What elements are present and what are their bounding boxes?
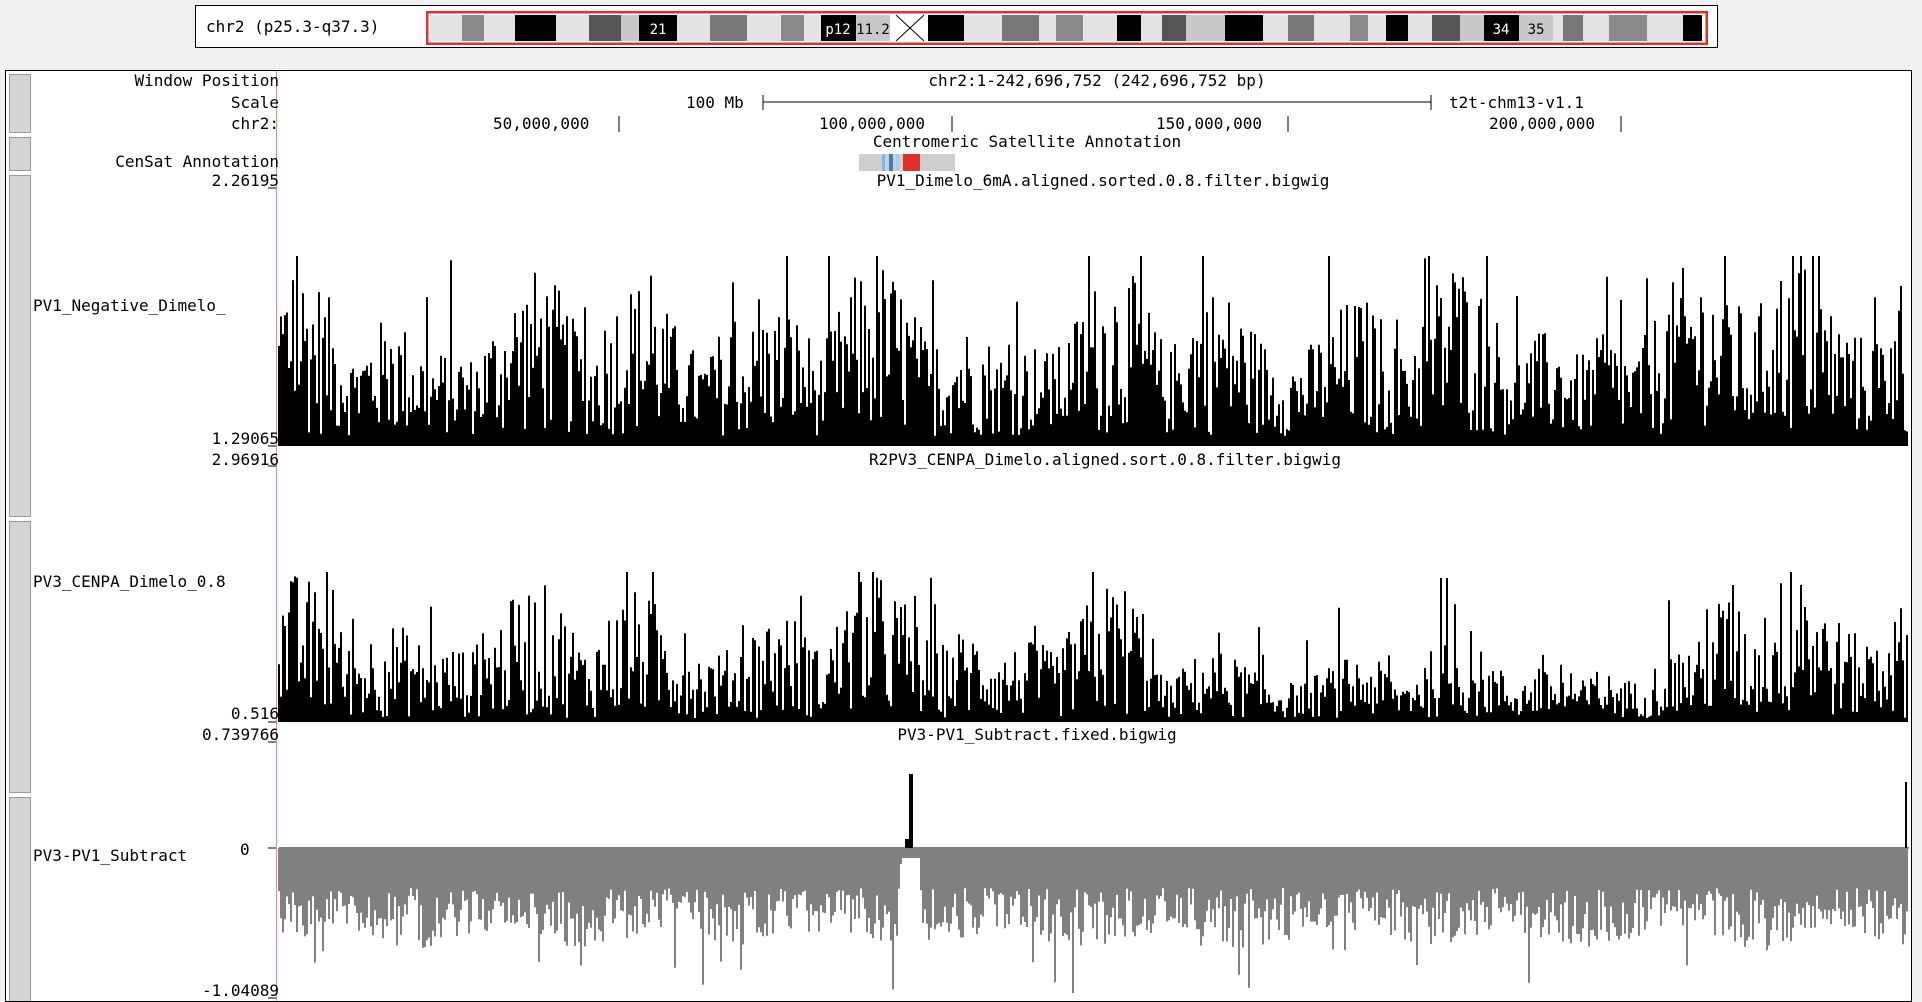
track-2-signal [278,572,1908,722]
ideogram-band [589,15,621,41]
ideogram-band [1583,15,1609,41]
ideogram-band [556,15,589,41]
ideogram-band [515,15,556,41]
ideogram-band [781,15,804,41]
ideogram-band [1039,15,1056,41]
ideogram-band [484,15,515,41]
chromosome-ideogram[interactable]: 21 p12 11.2 34 35 [426,11,1708,45]
ideogram-band-label: p12 [825,22,850,38]
ideogram-band [677,15,710,41]
ideogram-band-label: 34 [1493,22,1510,38]
track-3-zero-line [279,847,1909,849]
ideogram-band [964,15,1002,41]
ideogram-band [1117,15,1141,41]
ideogram-band-label: 11.2 [856,22,890,38]
ideogram-band-label: 21 [650,22,667,38]
ideogram-band [1368,15,1386,41]
track-1-signal [278,256,1908,446]
ideogram-band [710,15,747,41]
censat-block [896,154,899,171]
ideogram-band [1002,15,1039,41]
track-graphics [268,95,1909,999]
ideogram-band-label: 35 [1528,22,1545,38]
ideogram-band [1609,15,1647,41]
ideogram-band [1288,15,1314,41]
track-3-peak [905,839,909,848]
ideogram-band [1186,15,1225,41]
ideogram-band [1083,15,1117,41]
censat-block [882,154,885,171]
censat-block [903,154,920,171]
ideogram-band [1647,15,1683,41]
genome-browser-image[interactable]: Window Position Scale chr2: CenSat Annot… [5,70,1912,1002]
ideogram-band [430,15,462,41]
ideogram-band [1141,15,1162,41]
ideogram-chrom-label: chr2 (p25.3-q37.3) [206,17,380,36]
ideogram-band [747,15,781,41]
track-3-signal [278,848,1908,993]
ideogram-band [1225,15,1263,41]
ideogram-band [1386,15,1408,41]
ideogram-band [1350,15,1368,41]
ideogram-band [621,15,639,41]
ideogram-band [1683,15,1702,41]
ideogram-band [1056,15,1083,41]
ideogram-band [1314,15,1350,41]
ideogram-band [1408,15,1432,41]
ideogram-band [1432,15,1460,41]
track-3-peak [909,774,913,848]
ideogram-band [928,15,964,41]
censat-block [889,154,893,171]
chromosome-ideogram-panel: chr2 (p25.3-q37.3) 21 p12 11.2 34 35 [195,5,1718,48]
ideogram-band [1263,15,1288,41]
ideogram-band [1162,15,1186,41]
ideogram-band [462,15,484,41]
ideogram-band [1563,15,1583,41]
track-3-peak [1905,782,1907,848]
